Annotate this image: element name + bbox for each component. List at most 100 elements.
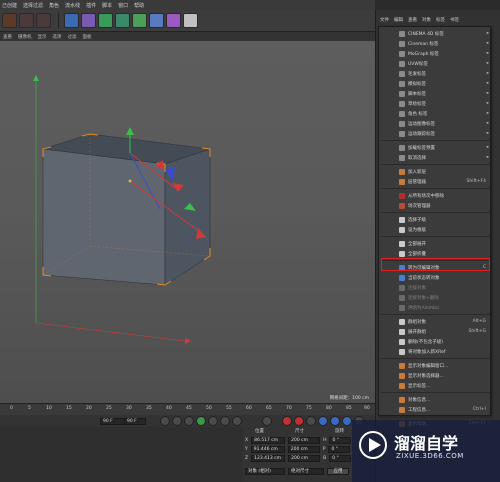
context-menu-item[interactable]: 模拟标签 ▸ — [379, 79, 492, 88]
context-menu-item[interactable]: 删除(不包含子级) — [379, 337, 492, 346]
goto-end-icon[interactable] — [232, 416, 242, 426]
context-menu-item[interactable]: 对象信息... — [379, 395, 492, 404]
render-settings-icon[interactable] — [36, 13, 51, 28]
context-menu-item[interactable]: 显示对象编辑窗口... — [379, 361, 492, 370]
scale-key-icon[interactable] — [342, 416, 352, 426]
om-menu-object[interactable]: 对象 — [422, 17, 431, 23]
om-menu-view[interactable]: 查看 — [408, 17, 417, 23]
keyframe-selection-icon[interactable] — [306, 416, 316, 426]
apply-button[interactable]: 应用 — [327, 467, 349, 475]
3d-viewport[interactable]: 网格间距：100 cm — [0, 41, 375, 403]
gizmo-y-arrow-icon[interactable] — [126, 127, 134, 135]
context-menu-item[interactable]: 脚本标签 ▸ — [379, 89, 492, 98]
deformer-icon[interactable] — [149, 13, 164, 28]
context-menu-item-label: MoGraph 标签 — [408, 51, 439, 57]
coord-rot-axis-label: B — [323, 455, 327, 461]
array-icon[interactable] — [115, 13, 130, 28]
gizmo-center-point[interactable] — [128, 179, 132, 183]
menu-item-selection-filter[interactable]: 选择过滤 — [23, 2, 43, 9]
context-menu-item[interactable]: 群组对象 Alt+G — [379, 317, 492, 326]
pen-spline-icon[interactable] — [81, 13, 96, 28]
goto-start-icon[interactable] — [160, 416, 170, 426]
camera-icon[interactable] — [183, 13, 198, 28]
viewport-menu-filter[interactable]: 过滤 — [68, 34, 77, 40]
cube-front-face[interactable] — [42, 148, 166, 286]
size-y-field[interactable]: 200 cm — [287, 445, 320, 453]
context-menu-item[interactable]: 层管理器 Shift+F4 — [379, 177, 492, 186]
context-menu-item[interactable]: 显示对象选择器... — [379, 371, 492, 380]
rotation-b-field[interactable]: 0 ° — [329, 454, 352, 462]
context-menu-item[interactable]: 展开群组 Shift+G — [379, 327, 492, 336]
loop-icon[interactable] — [262, 416, 272, 426]
viewport-menu-camera[interactable]: 摄像机 — [18, 34, 32, 40]
viewport-menu-display[interactable]: 显示 — [38, 34, 47, 40]
coord-mode-select[interactable]: 对象 (相对) — [245, 467, 285, 475]
menu-item-plugins[interactable]: 插件 — [86, 2, 96, 9]
viewport-menu-view[interactable]: 查看 — [3, 34, 12, 40]
context-menu-item[interactable]: 取消选择 ▸ — [379, 153, 492, 162]
viewport-menu-options[interactable]: 选项 — [53, 34, 62, 40]
context-menu-item[interactable]: 运动跟踪标签 ▸ — [379, 129, 492, 138]
context-menu-item[interactable]: 工程信息... Ctrl+I — [379, 405, 492, 414]
move-key-icon[interactable] — [318, 416, 328, 426]
environment-icon[interactable] — [166, 13, 181, 28]
menu-item-window[interactable]: 窗口 — [118, 2, 128, 9]
context-menu-item[interactable]: 场次管理器 — [379, 201, 492, 210]
position-y-field[interactable]: 91.446 cm — [250, 445, 285, 453]
context-menu-item-label: CINEMA 4D 标签 — [408, 31, 444, 37]
next-frame-icon[interactable] — [208, 416, 218, 426]
size-x-field[interactable]: 200 cm — [288, 436, 321, 444]
context-menu-item[interactable]: 显示标签... — [379, 381, 492, 390]
subdivision-surface-icon[interactable] — [98, 13, 113, 28]
context-menu-item[interactable]: 全部展开 — [379, 239, 492, 248]
material-manager[interactable] — [0, 427, 243, 482]
context-menu-item[interactable]: 当前状态转对象 — [379, 273, 492, 282]
menu-item-script[interactable]: 脚本 — [102, 2, 112, 9]
auto-key-icon[interactable] — [294, 416, 304, 426]
context-menu-item[interactable]: UVW标签 ▸ — [379, 59, 492, 68]
context-menu-item[interactable]: CINEMA 4D 标签 ▸ — [379, 29, 492, 38]
rotation-p-field[interactable]: 0 ° — [328, 445, 351, 453]
size-mode-select[interactable]: 绝对尺寸 — [288, 467, 324, 475]
render-picture-viewer-icon[interactable] — [19, 13, 34, 28]
next-key-icon[interactable] — [220, 416, 230, 426]
record-key-icon[interactable] — [282, 416, 292, 426]
position-z-field[interactable]: 123.413 cm — [251, 454, 286, 462]
context-menu-item[interactable]: 全部折叠 — [379, 249, 492, 258]
prev-frame-icon[interactable] — [184, 416, 194, 426]
context-menu-item[interactable]: 角色 标签 ▸ — [379, 109, 492, 118]
rotation-h-field[interactable]: 0 ° — [329, 436, 352, 444]
context-menu-item-label: 连接对象+删除 — [408, 295, 439, 301]
context-menu-item[interactable]: 草绘标签 ▸ — [379, 99, 492, 108]
play-icon[interactable] — [196, 416, 206, 426]
context-menu-item[interactable]: 毛发标签 ▸ — [379, 69, 492, 78]
menu-item-help[interactable]: 帮助 — [134, 2, 144, 9]
scene-icon[interactable] — [132, 13, 147, 28]
context-menu-item[interactable]: 选择子级 — [379, 215, 492, 224]
context-menu-item[interactable]: 加载标签预置 ▸ — [379, 143, 492, 152]
context-menu-item[interactable]: 运动图像标签 ▸ — [379, 119, 492, 128]
render-view-icon[interactable] — [2, 13, 17, 28]
rotate-key-icon[interactable] — [330, 416, 340, 426]
context-menu-item[interactable]: 设为根级 — [379, 225, 492, 234]
menu-item-icon — [399, 318, 405, 325]
context-menu-item[interactable]: Cineman 标签 ▸ — [379, 39, 492, 48]
context-menu-item[interactable]: 加入新层 — [379, 167, 492, 176]
menu-item-character[interactable]: 角色 — [49, 2, 59, 9]
om-menu-edit[interactable]: 编辑 — [394, 17, 403, 23]
context-menu-item[interactable]: 将对象加入新XRef — [379, 347, 492, 356]
om-menu-tags[interactable]: 标签 — [436, 17, 445, 23]
size-z-field[interactable]: 200 cm — [288, 454, 321, 462]
om-menu-file[interactable]: 文件 — [380, 17, 389, 23]
menu-item-created[interactable]: 己创建 — [2, 2, 17, 9]
om-menu-bookmarks[interactable]: 书签 — [450, 17, 459, 23]
prev-key-icon[interactable] — [172, 416, 182, 426]
cube-icon[interactable] — [64, 13, 79, 28]
context-menu-item[interactable]: MoGraph 标签 ▸ — [379, 49, 492, 58]
viewport-menu-panel[interactable]: 面板 — [83, 34, 92, 40]
context-menu-item[interactable]: 从所有场次中移除 — [379, 191, 492, 200]
timeline-ruler[interactable]: 0 5 10 15 20 25 30 35 40 45 50 55 60 65 … — [0, 403, 375, 415]
end-frame-field[interactable]: 90 F — [124, 418, 146, 425]
position-x-field[interactable]: 86.517 cm — [251, 436, 286, 444]
menu-item-pipeline[interactable]: 流水线 — [65, 2, 80, 9]
